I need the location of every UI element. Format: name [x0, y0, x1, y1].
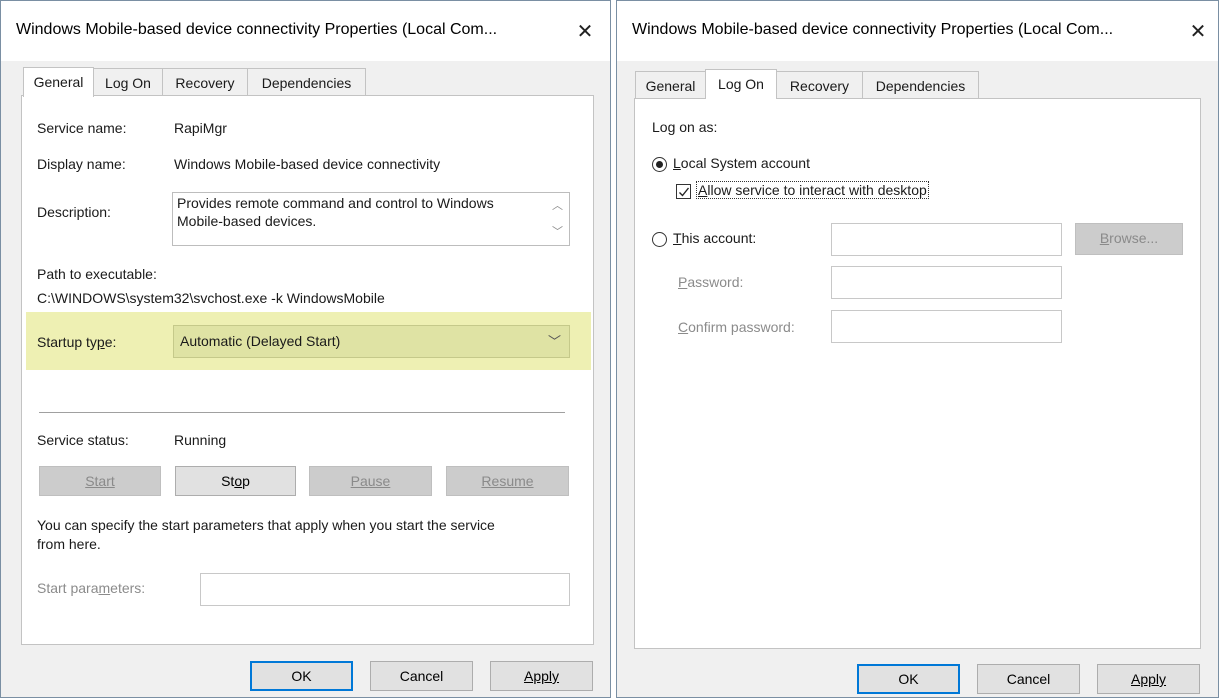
this-account-radio[interactable] [652, 232, 667, 247]
tab-general[interactable]: General [23, 67, 94, 97]
this-account-input[interactable] [831, 223, 1062, 256]
scroll-up-icon[interactable]: ︿ [552, 197, 563, 213]
description-line-1: Provides remote command and control to W… [177, 195, 494, 211]
title-bar: Windows Mobile-based device connectivity… [617, 1, 1218, 61]
display-name-label: Display name: [37, 156, 126, 172]
display-name-value[interactable]: Windows Mobile-based device connectivity [174, 156, 440, 172]
properties-dialog-logon: Windows Mobile-based device connectivity… [616, 0, 1219, 698]
general-tab-panel: Service name: RapiMgr Display name: Wind… [21, 95, 594, 645]
tab-dependencies[interactable]: Dependencies [862, 71, 979, 99]
tab-recovery[interactable]: Recovery [162, 68, 248, 96]
description-textarea[interactable]: Provides remote command and control to W… [172, 192, 570, 246]
log-on-as-label: Log on as: [652, 119, 718, 135]
properties-dialog-general: Windows Mobile-based device connectivity… [0, 0, 611, 698]
pause-button[interactable]: Pause [309, 466, 432, 496]
tab-recovery[interactable]: Recovery [776, 71, 863, 99]
window-title: Windows Mobile-based device connectivity… [632, 21, 1114, 38]
confirm-password-label: Confirm password: [678, 319, 795, 335]
stop-button[interactable]: Stop [175, 466, 296, 496]
startup-type-value: Automatic (Delayed Start) [180, 333, 341, 349]
start-parameters-input[interactable] [200, 573, 570, 606]
start-params-hint-line-2: from here. [37, 536, 101, 552]
apply-button[interactable]: Apply [490, 661, 593, 691]
cancel-button[interactable]: Cancel [977, 664, 1080, 694]
check-icon [679, 187, 690, 197]
start-parameters-label: Start parameters: [37, 580, 146, 596]
title-bar: Windows Mobile-based device connectivity… [1, 1, 610, 61]
separator [39, 412, 565, 413]
browse-button[interactable]: Browse... [1075, 223, 1183, 255]
tab-log-on[interactable]: Log On [93, 68, 163, 96]
description-label: Description: [37, 204, 111, 220]
service-name-label: Service name: [37, 120, 127, 136]
cancel-button[interactable]: Cancel [370, 661, 473, 691]
password-input[interactable] [831, 266, 1062, 299]
logon-tab-panel: Log on as: Local System account Allow se… [634, 98, 1201, 649]
ok-button[interactable]: OK [250, 661, 353, 691]
chevron-down-icon: ﹀ [547, 334, 561, 349]
scroll-down-icon[interactable]: ﹀ [552, 223, 563, 239]
local-system-label[interactable]: Local System account [673, 155, 810, 171]
close-icon[interactable]: ✕ [1187, 21, 1209, 43]
allow-interact-checkbox[interactable] [676, 184, 691, 199]
service-name-value[interactable]: RapiMgr [174, 120, 227, 136]
tab-log-on[interactable]: Log On [705, 69, 777, 99]
resume-button[interactable]: Resume [446, 466, 569, 496]
service-status-value: Running [174, 432, 227, 448]
path-value[interactable]: C:\WINDOWS\system32\svchost.exe -k Windo… [37, 290, 385, 306]
startup-type-label: Startup type: [37, 334, 117, 350]
password-label: Password: [678, 274, 744, 290]
window-title: Windows Mobile-based device connectivity… [16, 21, 498, 38]
apply-button[interactable]: Apply [1097, 664, 1200, 694]
tab-dependencies[interactable]: Dependencies [247, 68, 366, 96]
close-icon[interactable]: ✕ [574, 21, 596, 43]
start-params-hint-line-1: You can specify the start parameters tha… [37, 517, 495, 533]
tab-general[interactable]: General [635, 71, 706, 99]
confirm-password-input[interactable] [831, 310, 1062, 343]
allow-interact-label[interactable]: Allow service to interact with desktop [696, 181, 929, 199]
start-button[interactable]: Start [39, 466, 161, 496]
description-line-2: Mobile-based devices. [177, 213, 317, 229]
startup-type-select[interactable]: Automatic (Delayed Start) ﹀ [173, 325, 570, 358]
service-status-label: Service status: [37, 432, 129, 448]
path-label: Path to executable: [37, 266, 157, 282]
this-account-label[interactable]: This account: [673, 230, 756, 246]
local-system-radio[interactable] [652, 157, 667, 172]
ok-button[interactable]: OK [857, 664, 960, 694]
